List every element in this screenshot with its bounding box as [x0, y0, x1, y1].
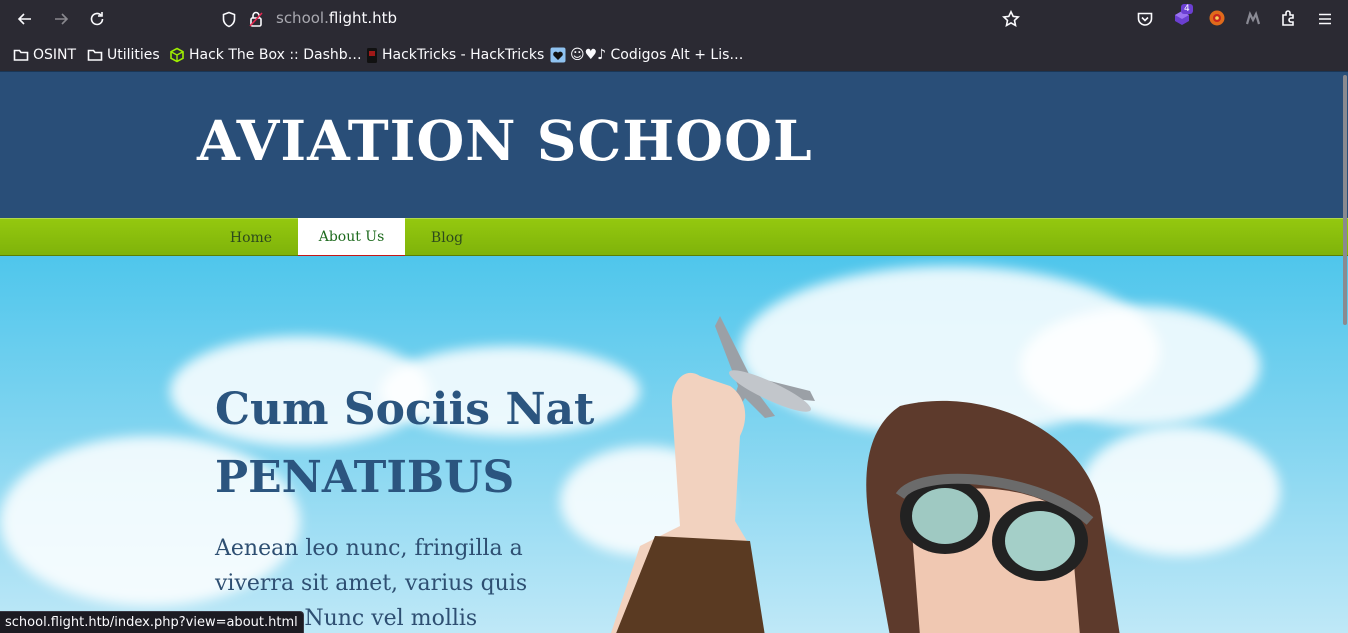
wappalyzer-icon[interactable] [1244, 10, 1262, 28]
bookmarks-toolbar: OSINT Utilities Hack The Box :: Dashb… H… [0, 40, 1348, 70]
bookmark-label: Utilities [107, 47, 160, 63]
bookmark-label: Hack The Box :: Dashb… [189, 47, 362, 63]
back-button[interactable] [11, 5, 39, 33]
bookmark-star-icon[interactable] [1002, 10, 1020, 28]
heart-card-icon [550, 47, 566, 63]
url-subdomain: school. [276, 9, 329, 27]
url-text[interactable]: school.flight.htb [276, 9, 397, 27]
scrollbar-thumb[interactable] [1343, 75, 1347, 325]
page-scrollbar[interactable] [1342, 71, 1348, 633]
bookmark-codigos-alt[interactable]: ☺♥♪ Codigos Alt + Lis… [550, 45, 743, 65]
site-header: AVIATION SCHOOL [0, 71, 1348, 218]
bookmark-label: ☺♥♪ Codigos Alt + Lis… [570, 47, 744, 63]
hero-heading-line2: PENATIBUS [215, 452, 515, 503]
folder-icon [13, 49, 29, 61]
hero-heading: Cum Sociis Nat PENATIBUS [215, 376, 655, 512]
lock-warning-icon[interactable] [248, 10, 264, 28]
shield-icon[interactable] [221, 11, 237, 28]
browser-toolbar: school.flight.htb 4 [0, 0, 1348, 38]
hero-banner: Cum Sociis Nat PENATIBUS Aenean leo nunc… [0, 256, 1348, 633]
site-nav: Home About Us Blog [0, 218, 1348, 260]
hamburger-menu-icon[interactable] [1316, 10, 1334, 28]
foxyproxy-icon[interactable] [1208, 9, 1226, 27]
extensions-puzzle-icon[interactable] [1280, 9, 1298, 27]
site-title: AVIATION SCHOOL [197, 108, 813, 173]
bookmark-hack-the-box[interactable]: Hack The Box :: Dashb… [169, 45, 362, 65]
bookmark-utilities[interactable]: Utilities [87, 45, 160, 65]
url-bar[interactable]: school.flight.htb [210, 4, 1040, 34]
forward-button[interactable] [47, 5, 75, 33]
reload-icon [90, 12, 104, 26]
forward-arrow-icon [55, 13, 69, 25]
bookmark-label: HackTricks - HackTricks [382, 47, 545, 63]
nav-about-us[interactable]: About Us [298, 218, 405, 260]
extension-badge: 4 [1181, 4, 1193, 14]
pocket-icon[interactable] [1136, 10, 1154, 28]
url-domain: flight.htb [328, 9, 398, 27]
folder-icon [87, 49, 103, 61]
extension-purple-button[interactable]: 4 [1172, 4, 1193, 28]
hacktricks-icon [367, 47, 377, 63]
hero-heading-line1: Cum Sociis Nat [215, 384, 595, 435]
pilot-child-illustration [611, 316, 1120, 633]
browser-chrome: school.flight.htb 4 OSINT Utilities Hack… [0, 0, 1348, 71]
bookmark-label: OSINT [33, 47, 77, 63]
back-arrow-icon [17, 13, 31, 25]
htb-cube-icon [170, 47, 184, 63]
nav-home[interactable]: Home [210, 219, 292, 256]
bookmark-hacktricks[interactable]: HackTricks - HackTricks [366, 45, 544, 65]
bookmark-osint[interactable]: OSINT [13, 45, 76, 65]
web-page: AVIATION SCHOOL Home About Us Blog Cum S… [0, 71, 1348, 633]
reload-button[interactable] [83, 5, 111, 33]
status-bar-link-preview: school.flight.htb/index.php?view=about.h… [0, 611, 304, 633]
nav-blog[interactable]: Blog [410, 219, 484, 256]
